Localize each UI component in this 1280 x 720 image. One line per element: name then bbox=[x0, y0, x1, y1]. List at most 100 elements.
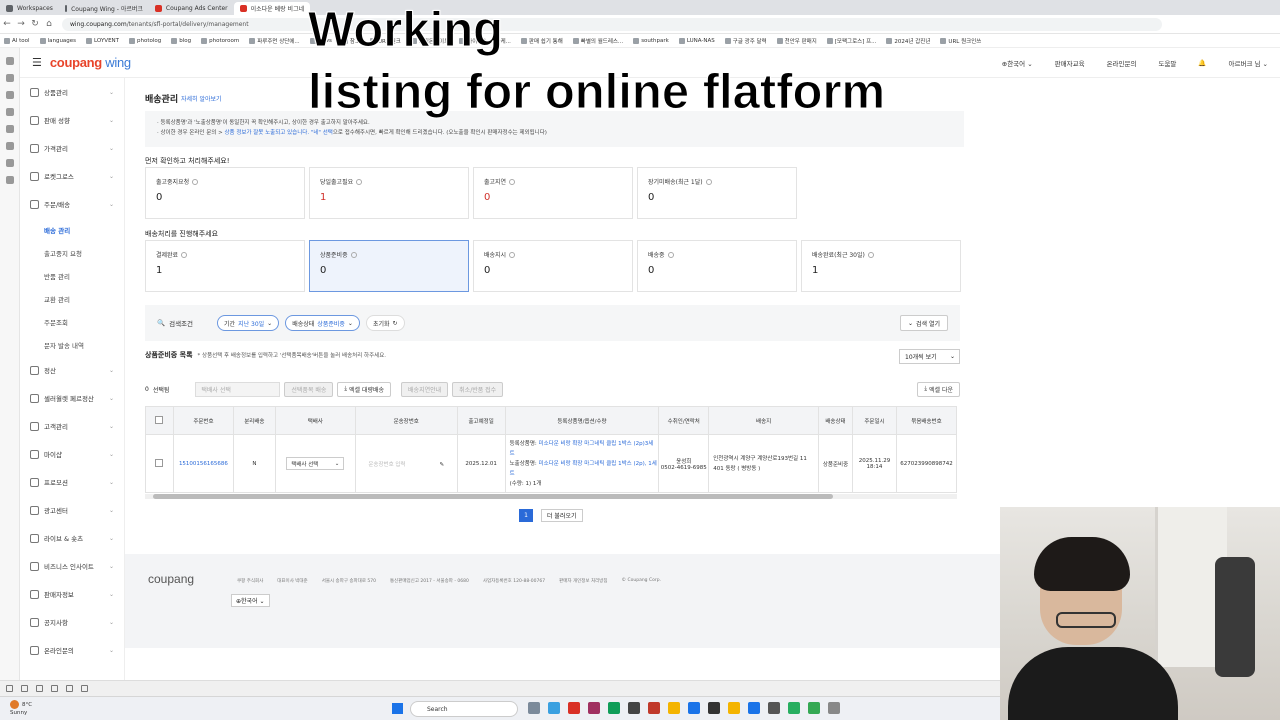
sidebar-subitem[interactable]: 문자 발송 내역 bbox=[20, 333, 124, 356]
scroll-thumb[interactable] bbox=[153, 494, 833, 499]
taskbar-app-icon[interactable] bbox=[768, 702, 780, 714]
sidebar-item[interactable]: 고객관리 ⌄ bbox=[20, 412, 124, 440]
bookmark-item[interactable]: LUNA-NAS bbox=[678, 37, 715, 44]
bookmark-item[interactable]: 파루주먼 상단에... bbox=[249, 37, 300, 45]
sidebar-item[interactable]: 판매 성향 ⌄ bbox=[20, 106, 124, 134]
status-icon[interactable] bbox=[6, 685, 13, 692]
reload-icon[interactable]: ↻ bbox=[28, 17, 42, 31]
sidebar-item[interactable]: 셀러월렛 페르정산 ⌄ bbox=[20, 384, 124, 412]
panel-icon[interactable] bbox=[5, 159, 14, 167]
bookmark-item[interactable]: 판매 쉽기 통해 bbox=[520, 37, 563, 45]
taskbar-app-icon[interactable] bbox=[568, 702, 580, 714]
sidebar-subitem[interactable]: 교환 관리 bbox=[20, 287, 124, 310]
delay-notice-button[interactable]: 배송지연안내 bbox=[401, 381, 449, 397]
order-number-link[interactable]: 15100156165686 bbox=[179, 461, 228, 467]
select-all-checkbox[interactable] bbox=[155, 415, 164, 424]
excel-download-button[interactable]: ⤓ 엑셀 다운 bbox=[917, 381, 960, 397]
bookmark-item[interactable]: AI tool bbox=[4, 37, 30, 44]
taskbar-app-icon[interactable] bbox=[628, 702, 640, 714]
help-icon[interactable] bbox=[356, 178, 363, 185]
per-page-select[interactable]: 10개씩 보기 ⌄ bbox=[899, 349, 960, 364]
sidebar-subitem[interactable]: 반품 관리 bbox=[20, 264, 124, 287]
load-more-button[interactable]: 더 불러오기 bbox=[541, 509, 583, 522]
help-icon[interactable] bbox=[705, 178, 712, 185]
bookmark-item[interactable]: 구글 광주 달력 bbox=[724, 37, 767, 45]
sidebar-item[interactable]: 주문/배송 ⌄ bbox=[20, 190, 124, 218]
bookmark-item[interactable]: photolog bbox=[129, 37, 161, 44]
status-card[interactable]: 배송중 0 bbox=[637, 240, 797, 292]
help-icon[interactable] bbox=[667, 251, 674, 258]
taskbar-app-icon[interactable] bbox=[788, 702, 800, 714]
panel-icon[interactable] bbox=[5, 176, 14, 184]
taskbar-app-icon[interactable] bbox=[548, 702, 560, 714]
cancel-return-button[interactable]: 취소/반품 접수 bbox=[452, 381, 504, 397]
status-card[interactable]: 배송지시 0 bbox=[473, 240, 633, 292]
coupang-wing-logo[interactable]: coupang wing bbox=[50, 55, 131, 70]
status-card[interactable]: 장기미배송(최근 1달) 0 bbox=[637, 167, 797, 219]
sidebar-subitem[interactable]: 주문조회 bbox=[20, 310, 124, 333]
taskbar-app-icon[interactable] bbox=[808, 702, 820, 714]
status-icon[interactable] bbox=[36, 685, 43, 692]
bookmark-item[interactable]: photoroom bbox=[201, 37, 239, 44]
status-icon[interactable] bbox=[21, 685, 28, 692]
status-card[interactable]: 결제완료 1 bbox=[145, 240, 305, 292]
menu-icon[interactable]: ☰ bbox=[32, 56, 42, 69]
sidebar-item[interactable]: 라이브 & 숏츠 ⌄ bbox=[20, 524, 124, 552]
help-icon[interactable] bbox=[509, 251, 516, 258]
status-icon[interactable] bbox=[51, 685, 58, 692]
bookmark-item[interactable]: URL 원크인쓰 bbox=[940, 37, 981, 45]
sidebar-subitem[interactable]: 배송 관리 bbox=[20, 218, 124, 241]
notice-link[interactable]: 상품 정보가 잘못 노출되고 있습니다. "네" 선택 bbox=[224, 130, 332, 136]
tab-coupang-wing[interactable]: Coupang Wing - 아르버크 bbox=[59, 2, 149, 15]
taskbar-app-icon[interactable] bbox=[728, 702, 740, 714]
sidebar-item[interactable]: 공지사항 ⌄ bbox=[20, 608, 124, 636]
forward-icon[interactable]: → bbox=[14, 17, 28, 31]
sidebar-item[interactable]: 정산 ⌄ bbox=[20, 356, 124, 384]
status-card[interactable]: 당일출고필요 1 bbox=[309, 167, 469, 219]
period-chip[interactable]: 기간 지난 30일 ⌄ bbox=[217, 315, 280, 331]
help-icon[interactable] bbox=[867, 251, 874, 258]
footer-link[interactable]: 판매자 개인정보 처리방침 bbox=[559, 578, 607, 584]
windows-start-icon[interactable] bbox=[392, 703, 403, 714]
home-icon[interactable]: ⌂ bbox=[42, 17, 56, 31]
seller-education-link[interactable]: 판매자교육 bbox=[1055, 58, 1085, 68]
bookmark-item[interactable]: 천안우 판매지 bbox=[776, 37, 817, 45]
bookmark-item[interactable]: 빠별의 월드레스... bbox=[572, 37, 623, 45]
status-icon[interactable] bbox=[81, 685, 88, 692]
pencil-icon[interactable]: ✎ bbox=[440, 462, 445, 468]
bookmark-item[interactable]: [모팩그로스] 프... bbox=[826, 37, 876, 45]
sidebar-item[interactable]: 판매자정보 ⌄ bbox=[20, 580, 124, 608]
status-card[interactable]: 상품준비중 0 bbox=[309, 240, 469, 292]
help-icon[interactable] bbox=[192, 178, 199, 185]
back-icon[interactable]: ← bbox=[0, 17, 14, 31]
sidebar-item[interactable]: 로켓그로스 ⌄ bbox=[20, 162, 124, 190]
panel-icon[interactable] bbox=[5, 142, 14, 150]
language-select[interactable]: ⊕한국어 ⌄ bbox=[1002, 58, 1033, 68]
online-inquiry-link[interactable]: 온라인문의 bbox=[1107, 58, 1137, 68]
sidebar-item[interactable]: 상품관리 ⌄ bbox=[20, 78, 124, 106]
sidebar-item[interactable]: 프로모션 ⌄ bbox=[20, 468, 124, 496]
table-scrollbar[interactable] bbox=[145, 494, 957, 499]
learn-more-link[interactable]: 자세히 알아보기 bbox=[181, 94, 222, 103]
sidebar-item[interactable]: 광고센터 ⌄ bbox=[20, 496, 124, 524]
help-icon[interactable] bbox=[350, 251, 357, 258]
status-card[interactable]: 출고중지요청 0 bbox=[145, 167, 305, 219]
taskbar-app-icon[interactable] bbox=[748, 702, 760, 714]
bookmark-item[interactable]: 2024년 갑진년 bbox=[886, 37, 930, 45]
panel-icon[interactable] bbox=[5, 91, 14, 99]
help-link[interactable]: 도움말 bbox=[1158, 58, 1176, 68]
help-icon[interactable] bbox=[509, 178, 516, 185]
url-field[interactable]: wing.coupang.com/tenants/sfl-portal/deli… bbox=[62, 17, 1162, 31]
taskbar-app-icon[interactable] bbox=[828, 702, 840, 714]
tab-coupang-ads[interactable]: Coupang Ads Center bbox=[149, 2, 234, 15]
row-checkbox[interactable] bbox=[155, 458, 164, 467]
taskbar-app-icon[interactable] bbox=[668, 702, 680, 714]
tab-workspaces[interactable]: Workspaces bbox=[0, 2, 59, 15]
taskbar-app-icon[interactable] bbox=[528, 702, 540, 714]
help-icon[interactable] bbox=[181, 251, 188, 258]
sidebar-subitem[interactable]: 출고중지 요청 bbox=[20, 241, 124, 264]
courier-select[interactable]: 택배사 선택 bbox=[195, 381, 281, 397]
panel-icon[interactable] bbox=[5, 108, 14, 116]
panel-icon[interactable] bbox=[5, 57, 14, 65]
reset-button[interactable]: 초기화 ↻ bbox=[365, 315, 405, 331]
